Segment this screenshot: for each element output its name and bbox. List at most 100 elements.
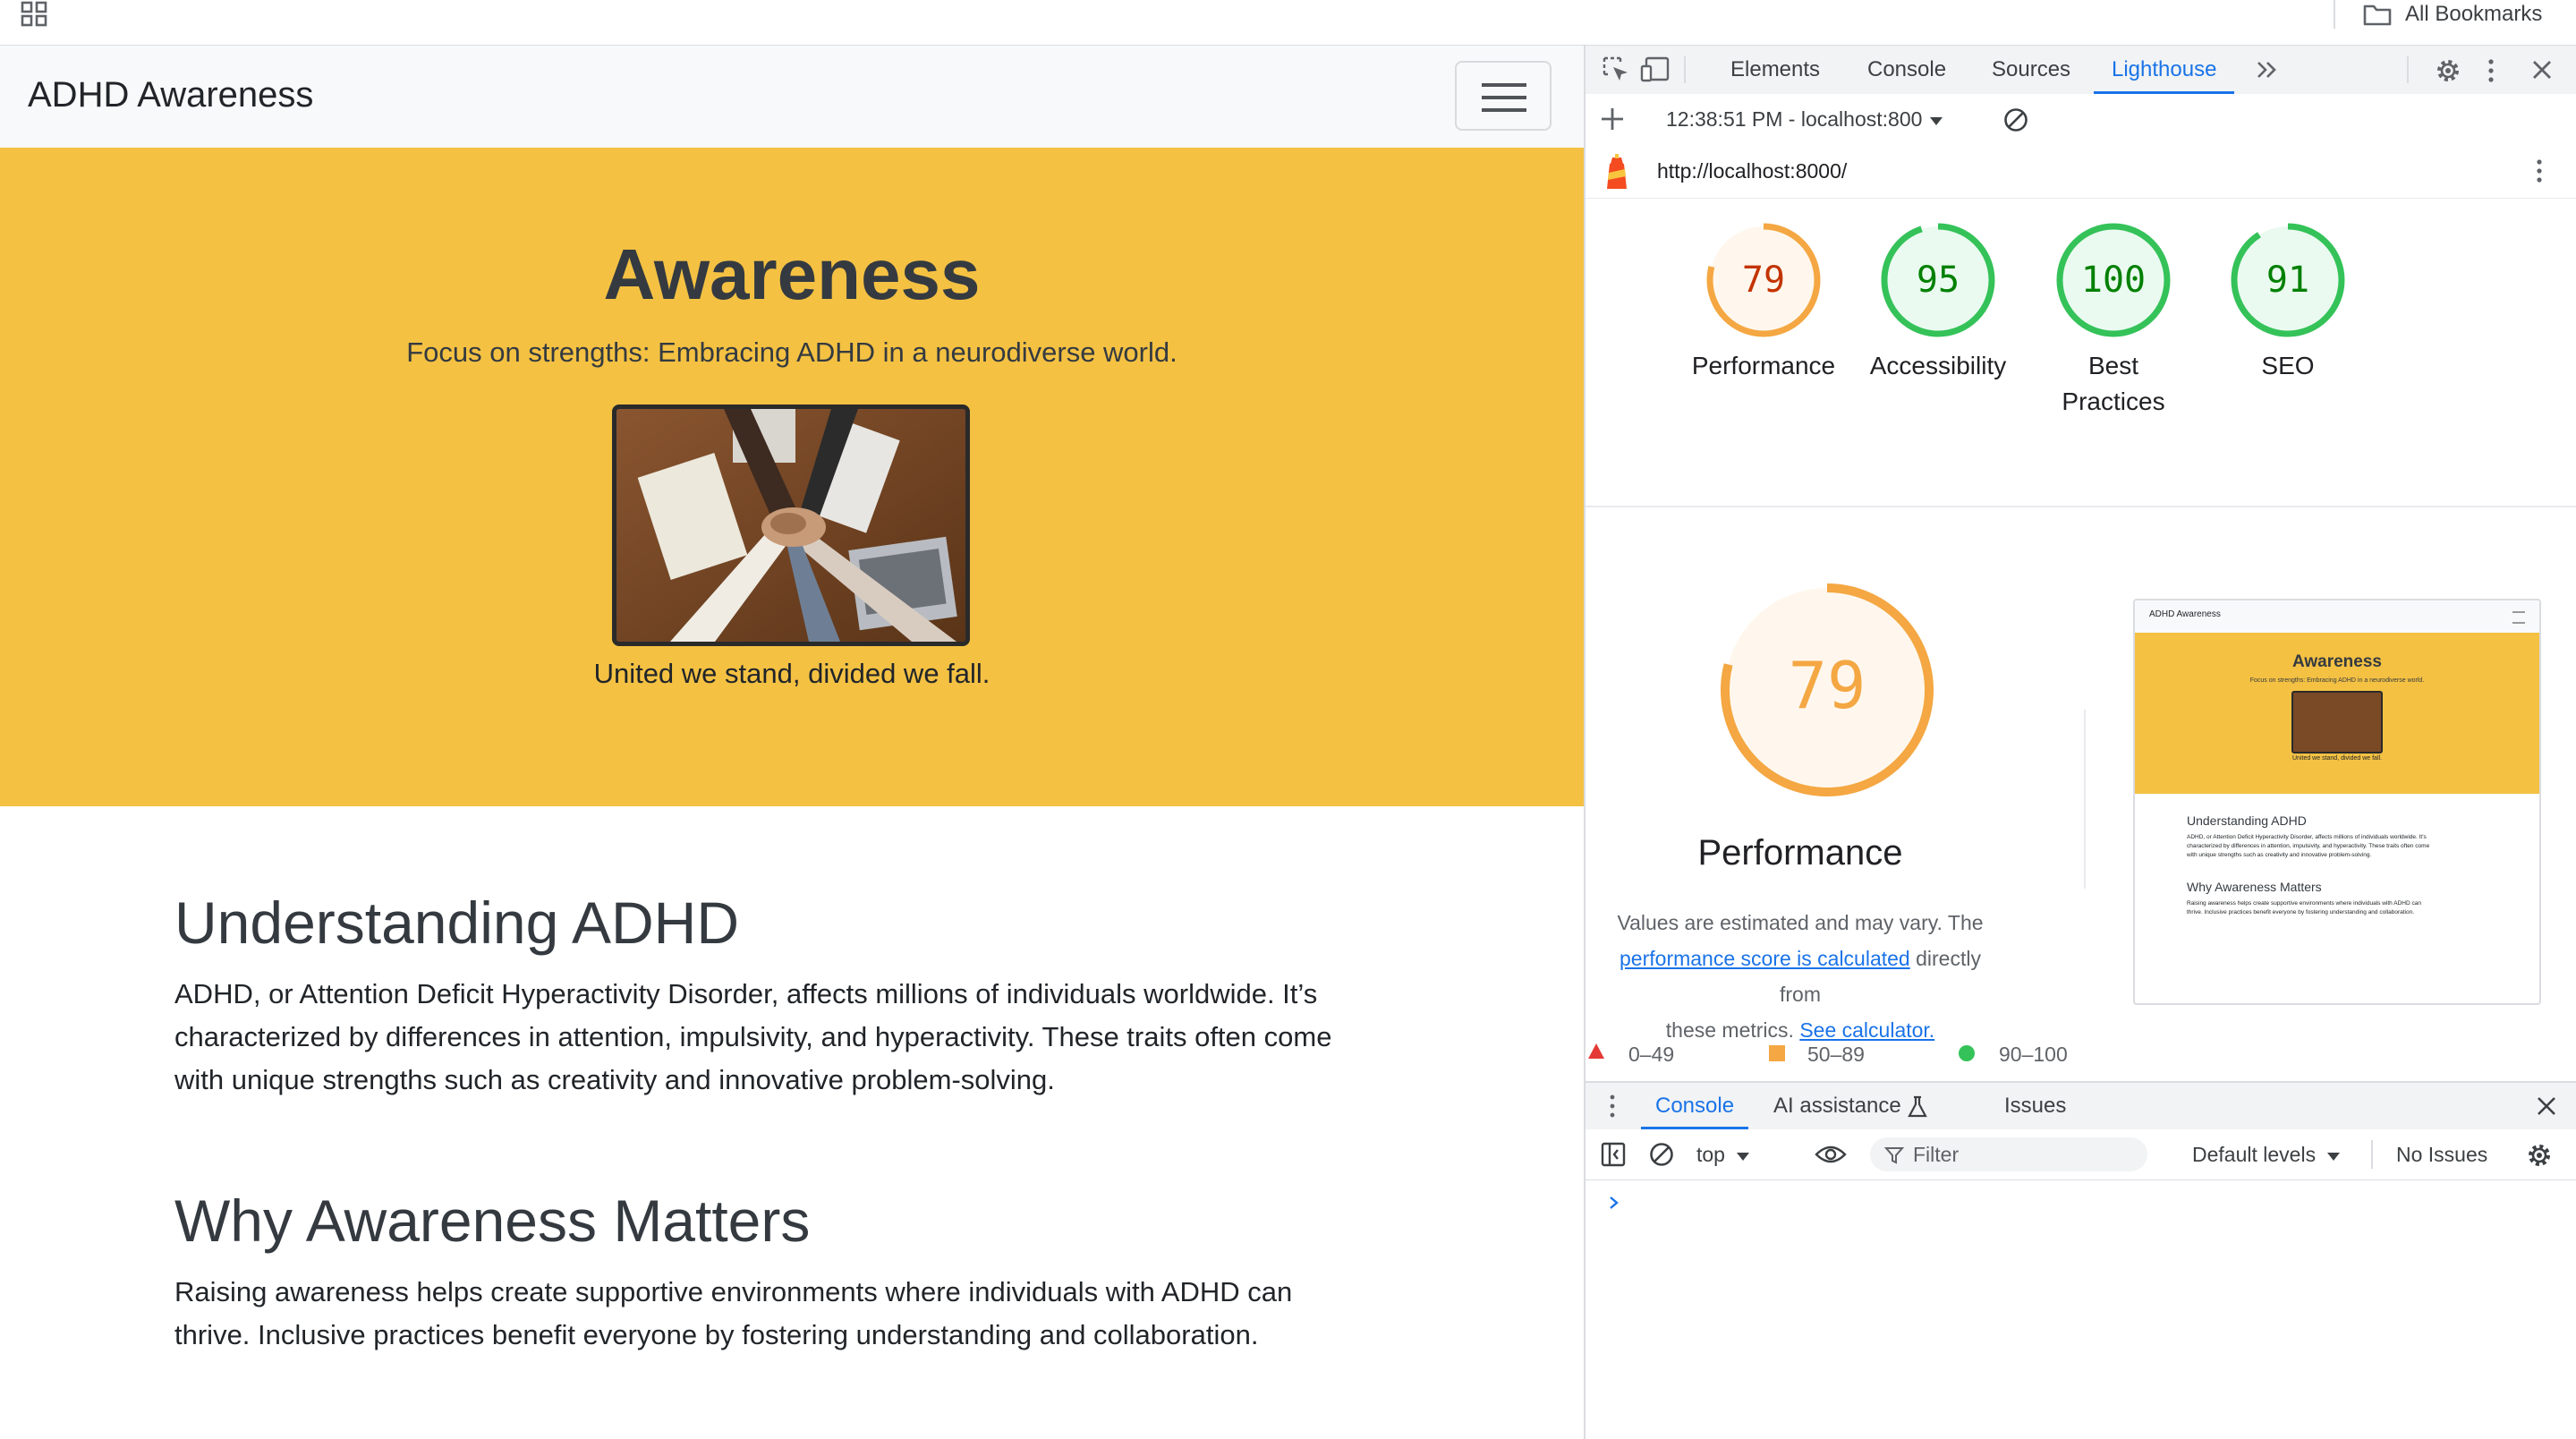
tab-lighthouse[interactable]: Lighthouse — [2094, 46, 2235, 94]
score-ring: 100 — [2056, 223, 2171, 337]
more-options-icon[interactable] — [2486, 56, 2496, 85]
score-label: SEO — [2261, 352, 2315, 379]
log-levels-label: Default levels — [2192, 1143, 2317, 1166]
thumb-h2: Why Awareness Matters — [2187, 880, 2322, 894]
all-bookmarks-button[interactable]: All Bookmarks — [2362, 0, 2542, 29]
drawer-tab-console[interactable]: Console — [1641, 1083, 1749, 1129]
legend-range-fail: 0–49 — [1628, 1043, 1675, 1066]
score-gauge-performance[interactable]: 79 Performance — [1674, 217, 1853, 384]
text-line: characterized by differences in attentio… — [174, 1021, 1332, 1052]
site-navbar: ADHD Awareness — [0, 46, 1584, 148]
score-label-line: Practices — [2062, 387, 2165, 415]
hero-tagline: Focus on strengths: Embracing ADHD in a … — [406, 336, 1177, 368]
device-toolbar-icon[interactable] — [1639, 55, 1671, 84]
section-text-why-awareness: Raising awareness helps create supportiv… — [174, 1271, 1427, 1357]
drawer-tabbar: Console AI assistance Issues — [1586, 1083, 2576, 1130]
desc-text: Values are estimated and may vary. The — [1617, 911, 1984, 934]
web-page-viewport: ADHD Awareness Awareness Focus on streng… — [0, 46, 1584, 1439]
devtools-panel: Elements Console Sources Lighthouse 12:3… — [1584, 46, 2576, 1439]
clear-reports-icon[interactable] — [2002, 106, 2029, 133]
legend-range-pass: 90–100 — [1999, 1043, 2068, 1066]
section-text-understanding: ADHD, or Attention Deficit Hyperactivity… — [174, 973, 1427, 1102]
drawer-tab-ai-assistance[interactable]: AI assistance — [1773, 1083, 1928, 1129]
performance-gauge-large: 79 — [1711, 574, 1943, 806]
score-label-line: Best — [2087, 352, 2139, 379]
thumb-h1: Understanding ADHD — [2187, 813, 2307, 828]
hero-image-caption: United we stand, divided we fall. — [593, 658, 990, 689]
tab-console[interactable]: Console — [1867, 46, 1946, 94]
score-value: 79 — [1742, 260, 1785, 301]
issues-counter[interactable]: No Issues — [2396, 1129, 2487, 1179]
sidebar-toggle-icon[interactable] — [1600, 1141, 1627, 1168]
thumb-navbar: ADHD Awareness — [2135, 600, 2539, 633]
dropdown-arrow-icon — [2327, 1152, 2341, 1161]
lighthouse-logo-icon — [1602, 153, 1632, 192]
inspect-element-icon[interactable] — [1602, 55, 1632, 84]
pass-circle-icon — [1958, 1044, 1976, 1062]
average-square-icon — [1768, 1044, 1786, 1062]
thumb-caption: United we stand, divided we fall. — [2292, 755, 2382, 762]
text-line: Raising awareness helps create supportiv… — [2187, 900, 2421, 907]
console-filter-input[interactable]: Filter — [1870, 1137, 2147, 1171]
toolbar-divider — [2407, 56, 2409, 83]
dropdown-arrow-icon — [1929, 116, 1943, 125]
close-drawer-icon[interactable] — [2536, 1095, 2557, 1117]
console-drawer: Console AI assistance Issues top Filter … — [1586, 1081, 2576, 1439]
performance-score-large: 79 — [1789, 648, 1866, 723]
site-brand[interactable]: ADHD Awareness — [28, 75, 313, 115]
text-line: with unique strengths such as creativity… — [2187, 852, 2372, 858]
more-tabs-chevron-icon[interactable] — [2255, 60, 2280, 80]
thumb-brand: ADHD Awareness — [2149, 609, 2221, 619]
thumb-p1: ADHD, or Attention Deficit Hyperactivity… — [2187, 833, 2509, 860]
text-line: ADHD, or Attention Deficit Hyperactivity… — [2187, 834, 2427, 840]
drawer-menu-icon[interactable] — [1607, 1094, 1618, 1119]
apps-grid-icon[interactable] — [20, 0, 52, 32]
all-bookmarks-label: All Bookmarks — [2405, 2, 2543, 26]
thumb-title: Awareness — [2292, 652, 2382, 671]
score-gauge-best-practices[interactable]: 100 Best Practices — [2024, 217, 2203, 420]
thumb-p2: Raising awareness helps create supportiv… — [2187, 899, 2509, 917]
bookmarks-divider — [2334, 0, 2335, 29]
experiment-flask-icon — [1908, 1095, 1928, 1117]
text-line: characterized by differences in attentio… — [2187, 843, 2430, 849]
score-ring: 95 — [1881, 223, 1995, 337]
score-value: 95 — [1917, 260, 1960, 301]
new-report-plus-icon[interactable] — [1600, 106, 1625, 132]
clear-console-icon[interactable] — [1648, 1141, 1675, 1168]
live-expression-eye-icon[interactable] — [1815, 1142, 1847, 1167]
thumb-hero-image — [2291, 691, 2383, 754]
console-settings-gear-icon[interactable] — [2525, 1141, 2554, 1170]
text-line: ADHD, or Attention Deficit Hyperactivity… — [174, 978, 1318, 1009]
score-legend: 0–49 50–89 90–100 — [1586, 1037, 2576, 1073]
score-gauge-seo[interactable]: 91 SEO — [2198, 217, 2377, 384]
thumb-content: Understanding ADHD ADHD, or Attention De… — [2135, 794, 2539, 917]
tab-elements[interactable]: Elements — [1730, 46, 1820, 94]
lighthouse-audited-url[interactable]: http://localhost:8000/ — [1657, 144, 1847, 198]
final-screenshot-thumbnail[interactable]: ADHD Awareness Awareness Focus on streng… — [2133, 599, 2541, 1005]
log-levels-dropdown[interactable]: Default levels — [2192, 1129, 2341, 1179]
folder-icon — [2362, 2, 2393, 27]
context-selector[interactable]: top — [1696, 1129, 1750, 1179]
text-line: thrive. Inclusive practices benefit ever… — [174, 1319, 1259, 1350]
settings-gear-icon[interactable] — [2434, 56, 2462, 85]
lighthouse-toolbar: 12:38:51 PM - localhost:800 — [1586, 94, 2576, 145]
score-gauge-accessibility[interactable]: 95 Accessibility — [1849, 217, 2028, 384]
tab-sources[interactable]: Sources — [1992, 46, 2070, 94]
score-label: Performance — [1691, 352, 1836, 379]
console-toolbar: top Filter Default levels No Issues — [1586, 1129, 2576, 1180]
drawer-tab-issues[interactable]: Issues — [2004, 1083, 2066, 1129]
lighthouse-url-bar: http://localhost:8000/ — [1586, 144, 2576, 199]
report-selector[interactable]: 12:38:51 PM - localhost:800 — [1666, 94, 1944, 144]
bookmarks-bar: All Bookmarks — [0, 0, 2576, 46]
navbar-toggler-button[interactable] — [1455, 61, 1552, 131]
score-calculated-link[interactable]: performance score is calculated — [1620, 947, 1910, 970]
console-prompt-chevron-icon[interactable] — [1607, 1194, 1621, 1212]
performance-description: Values are estimated and may vary. The p… — [1603, 905, 1997, 1048]
section-separator — [1586, 506, 2576, 507]
report-menu-icon[interactable] — [2534, 157, 2545, 185]
legend-range-average: 50–89 — [1807, 1043, 1865, 1066]
filter-placeholder: Filter — [1913, 1143, 1960, 1166]
dropdown-arrow-icon — [1737, 1152, 1750, 1161]
close-devtools-icon[interactable] — [2530, 58, 2554, 81]
thumb-hero: Awareness Focus on strengths: Embracing … — [2135, 633, 2539, 794]
